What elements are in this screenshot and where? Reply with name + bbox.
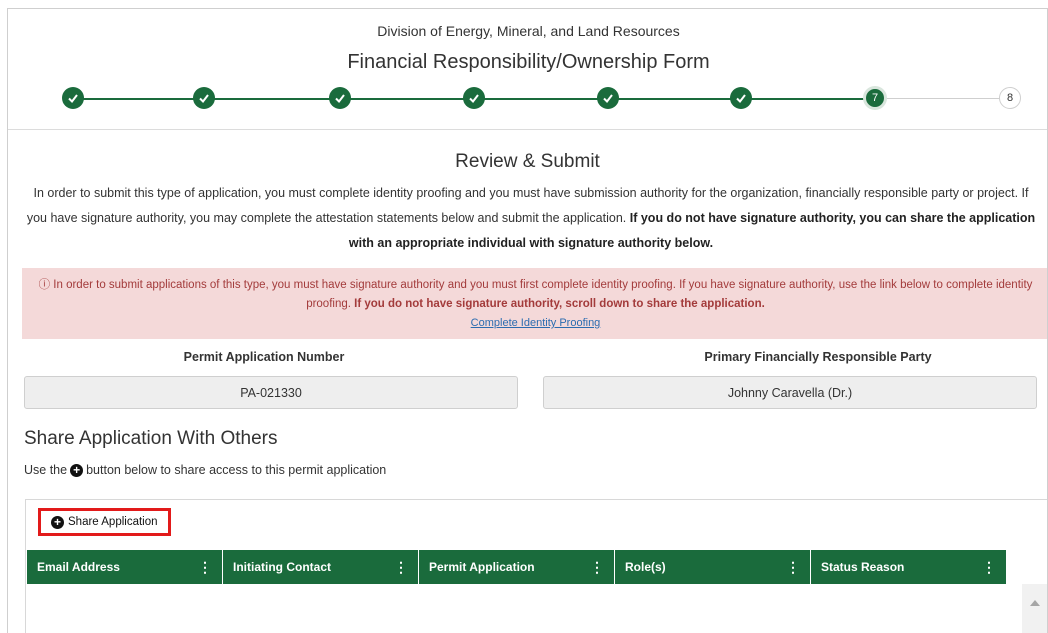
column-header-label: Role(s) — [625, 560, 666, 574]
column-header-initiating-contact[interactable]: Initiating Contact ⋮ — [223, 550, 419, 584]
form-frame: Division of Energy, Mineral, and Land Re… — [7, 8, 1048, 633]
review-submit-heading: Review & Submit — [455, 151, 600, 172]
plus-circle-icon: + — [51, 515, 64, 529]
share-help-text: Use the + button below to share access t… — [24, 463, 386, 477]
column-header-label: Email Address — [37, 560, 120, 574]
share-application-button[interactable]: + Share Application — [38, 508, 171, 536]
primary-party-label: Primary Financially Responsible Party — [704, 350, 932, 364]
kebab-menu-icon[interactable]: ⋮ — [198, 559, 212, 576]
step-6-complete[interactable] — [730, 87, 752, 109]
shared-access-grid: + Share Application Email Address ⋮ Init… — [25, 499, 1047, 633]
share-application-button-label: Share Application — [68, 516, 158, 528]
share-help-prefix: Use the — [24, 463, 68, 477]
division-name: Division of Energy, Mineral, and Land Re… — [377, 23, 680, 39]
step-7-current[interactable]: 7 — [863, 86, 887, 110]
permit-application-number-label: Permit Application Number — [183, 350, 345, 364]
complete-identity-proofing-link[interactable]: Complete Identity Proofing — [471, 317, 601, 329]
kebab-menu-icon[interactable]: ⋮ — [394, 559, 408, 576]
column-header-roles[interactable]: Role(s) ⋮ — [615, 550, 811, 584]
kebab-menu-icon[interactable]: ⋮ — [590, 559, 604, 576]
primary-party-field: Johnny Caravella (Dr.) — [543, 376, 1037, 409]
form-title: Financial Responsibility/Ownership Form — [347, 51, 710, 73]
plus-circle-icon: + — [70, 463, 84, 477]
share-help-suffix: button below to share access to this per… — [86, 463, 387, 477]
step-8-upcoming[interactable]: 8 — [999, 87, 1021, 109]
check-icon — [335, 94, 345, 104]
column-header-label: Status Reason — [821, 560, 905, 574]
column-header-label: Initiating Contact — [233, 560, 331, 574]
grid-header: Email Address ⋮ Initiating Contact ⋮ Per… — [27, 550, 1007, 584]
review-intro: In order to submit this type of applicat… — [22, 181, 1040, 256]
check-icon — [736, 94, 746, 104]
grid-scrollbar[interactable] — [1022, 584, 1047, 633]
form-header: Division of Energy, Mineral, and Land Re… — [8, 9, 1047, 130]
share-application-heading: Share Application With Others — [24, 428, 278, 449]
column-header-permit-application[interactable]: Permit Application ⋮ — [419, 550, 615, 584]
column-header-status-reason[interactable]: Status Reason ⋮ — [811, 550, 1007, 584]
check-icon — [199, 94, 209, 104]
step-2-complete[interactable] — [193, 87, 215, 109]
identity-proofing-alert: ⓘ In order to submit applications of thi… — [22, 268, 1047, 339]
alert-bold-text: If you do not have signature authority, … — [354, 298, 765, 310]
check-icon — [469, 94, 479, 104]
step-1-complete[interactable] — [62, 87, 84, 109]
info-circle-icon: ⓘ — [38, 279, 51, 291]
step-4-complete[interactable] — [463, 87, 485, 109]
permit-application-number-field: PA-021330 — [24, 376, 518, 409]
column-header-email[interactable]: Email Address ⋮ — [27, 550, 223, 584]
step-3-complete[interactable] — [329, 87, 351, 109]
check-icon — [603, 94, 613, 104]
step-5-complete[interactable] — [597, 87, 619, 109]
stepper-remaining-line — [874, 98, 1008, 99]
check-icon — [68, 94, 78, 104]
kebab-menu-icon[interactable]: ⋮ — [786, 559, 800, 576]
scroll-up-arrow-icon[interactable] — [1030, 600, 1040, 606]
column-header-label: Permit Application — [429, 560, 535, 574]
kebab-menu-icon[interactable]: ⋮ — [982, 559, 996, 576]
